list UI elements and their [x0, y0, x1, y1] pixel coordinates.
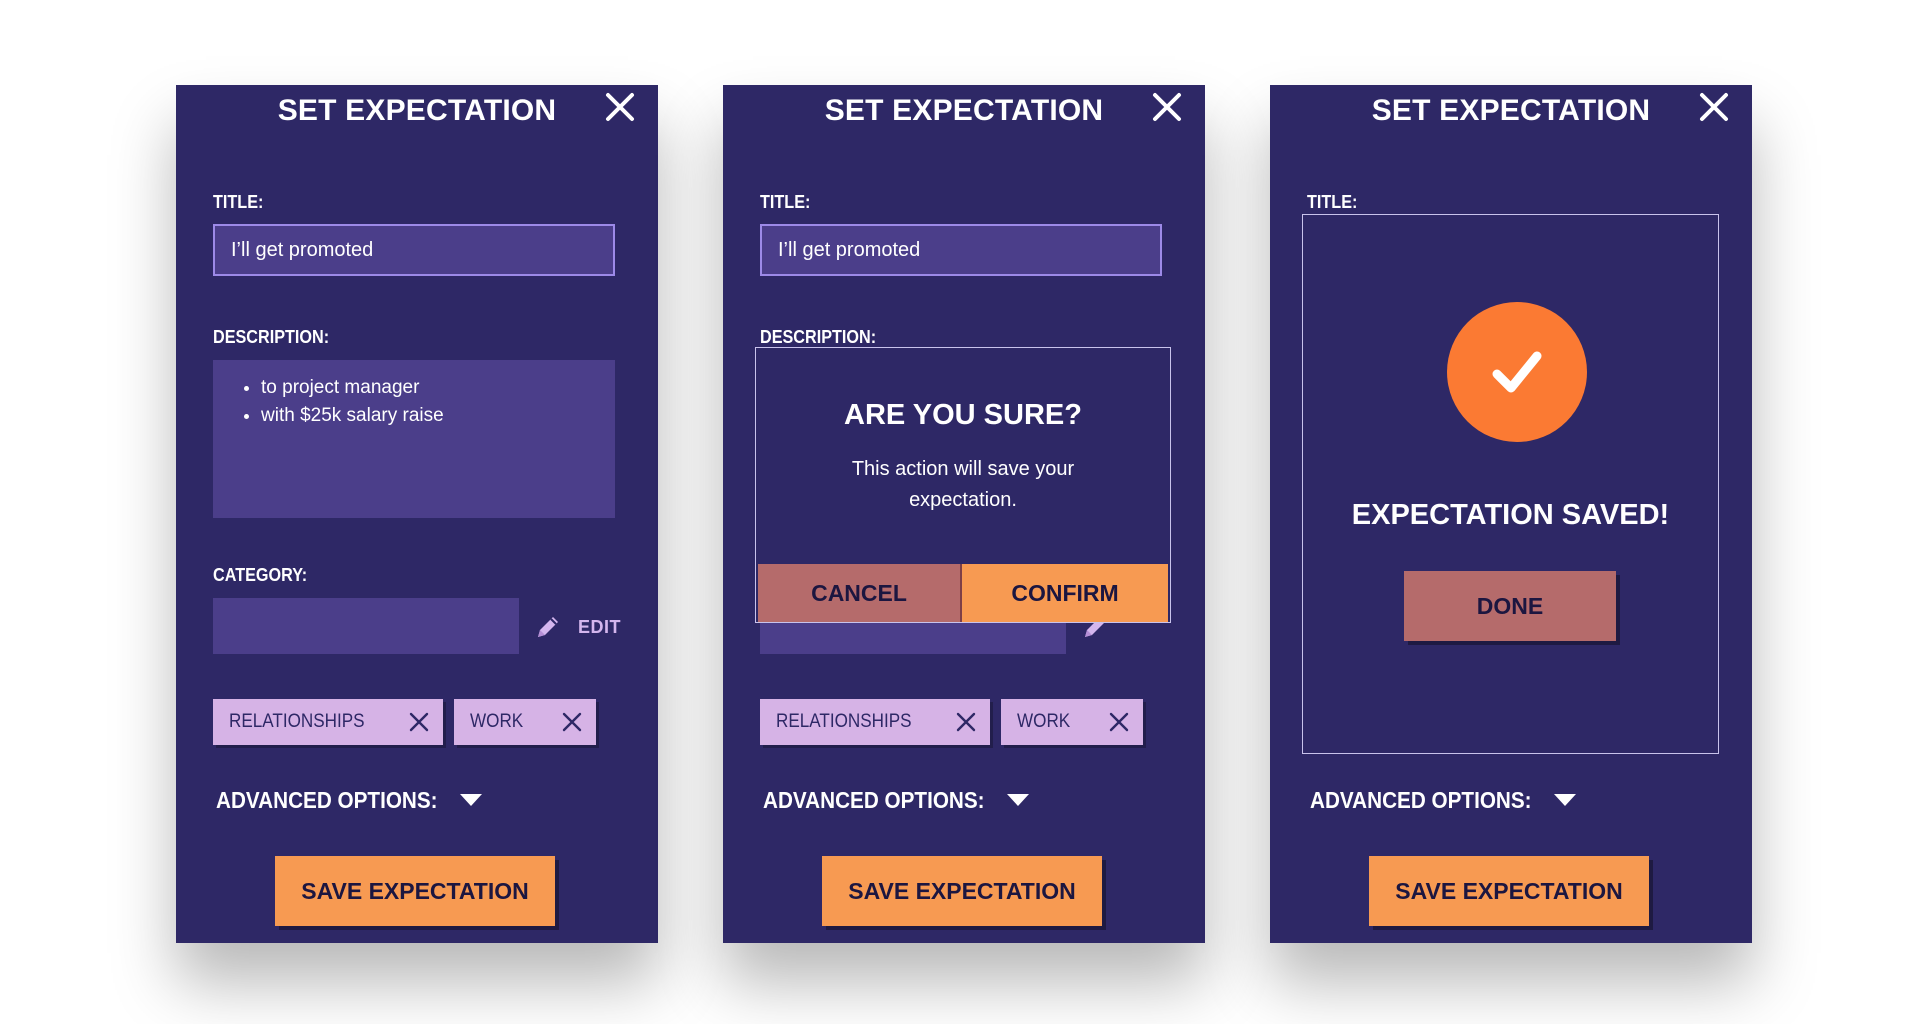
chip-label: RELATIONSHIPS: [229, 711, 365, 732]
category-chip-relationships[interactable]: RELATIONSHIPS: [213, 699, 443, 745]
success-message: EXPECTATION SAVED!: [1351, 499, 1670, 531]
advanced-options-label: ADVANCED OPTIONS:: [1310, 786, 1532, 813]
advanced-options-toggle[interactable]: ADVANCED OPTIONS:: [763, 785, 1031, 815]
set-expectation-panel-form: SET EXPECTATION TITLE: I’ll get promoted…: [176, 85, 658, 943]
category-input[interactable]: [213, 598, 519, 654]
panel-title: SET EXPECTATION: [824, 94, 1104, 127]
remove-chip-icon[interactable]: [954, 710, 978, 734]
panel-title: SET EXPECTATION: [1371, 94, 1651, 127]
dialog-title: ARE YOU SURE?: [844, 399, 1082, 431]
confirm-button[interactable]: CONFIRM: [962, 564, 1168, 622]
title-label: TITLE:: [1307, 192, 1358, 212]
save-expectation-button[interactable]: SAVE EXPECTATION: [822, 856, 1102, 926]
confirm-dialog: ARE YOU SURE? This action will save your…: [755, 347, 1171, 623]
done-button[interactable]: DONE: [1404, 571, 1616, 641]
category-chip-work[interactable]: WORK: [1001, 699, 1143, 745]
save-expectation-button[interactable]: SAVE EXPECTATION: [1369, 856, 1649, 926]
description-list: to project manager with $25k salary rais…: [213, 374, 615, 430]
title-label: TITLE:: [213, 192, 264, 212]
cancel-button[interactable]: CANCEL: [758, 564, 962, 622]
set-expectation-panel-confirm: SET EXPECTATION TITLE: I’ll get promoted…: [723, 85, 1205, 943]
close-icon[interactable]: [1151, 91, 1183, 123]
edit-label: EDIT: [578, 616, 622, 637]
description-item: to project manager: [261, 374, 615, 402]
caret-down-icon: [1554, 794, 1577, 806]
caret-down-icon: [1007, 794, 1030, 806]
remove-chip-icon[interactable]: [1107, 710, 1131, 734]
advanced-options-label: ADVANCED OPTIONS:: [216, 786, 438, 813]
chip-label: WORK: [1017, 711, 1071, 732]
remove-chip-icon[interactable]: [407, 710, 431, 734]
advanced-options-toggle[interactable]: ADVANCED OPTIONS:: [1310, 785, 1578, 815]
title-input[interactable]: I’ll get promoted: [213, 224, 615, 276]
description-item: with $25k salary raise: [261, 402, 615, 430]
close-icon[interactable]: [604, 91, 636, 123]
close-icon[interactable]: [1698, 91, 1730, 123]
chip-label: RELATIONSHIPS: [776, 711, 912, 732]
description-textarea[interactable]: to project manager with $25k salary rais…: [213, 360, 615, 518]
save-expectation-button[interactable]: SAVE EXPECTATION: [275, 856, 555, 926]
description-label: DESCRIPTION:: [213, 327, 330, 347]
description-label: DESCRIPTION:: [760, 327, 877, 347]
remove-chip-icon[interactable]: [560, 710, 584, 734]
caret-down-icon: [460, 794, 483, 806]
title-label: TITLE:: [760, 192, 811, 212]
success-dialog: EXPECTATION SAVED! DONE: [1302, 214, 1719, 754]
dialog-message: This action will save your expectation.: [851, 458, 1075, 511]
category-label: CATEGORY:: [213, 565, 308, 585]
category-chip-relationships[interactable]: RELATIONSHIPS: [760, 699, 990, 745]
edit-category-button[interactable]: EDIT: [532, 610, 621, 644]
advanced-options-label: ADVANCED OPTIONS:: [763, 786, 985, 813]
advanced-options-toggle[interactable]: ADVANCED OPTIONS:: [216, 785, 484, 815]
pencil-icon: [538, 617, 558, 637]
panel-title: SET EXPECTATION: [277, 94, 557, 127]
chip-label: WORK: [470, 711, 524, 732]
set-expectation-panel-saved: SET EXPECTATION TITLE: ADVANCED OPTIONS:…: [1270, 85, 1752, 943]
category-chip-work[interactable]: WORK: [454, 699, 596, 745]
checkmark-icon: [1447, 302, 1587, 442]
title-input[interactable]: I’ll get promoted: [760, 224, 1162, 276]
